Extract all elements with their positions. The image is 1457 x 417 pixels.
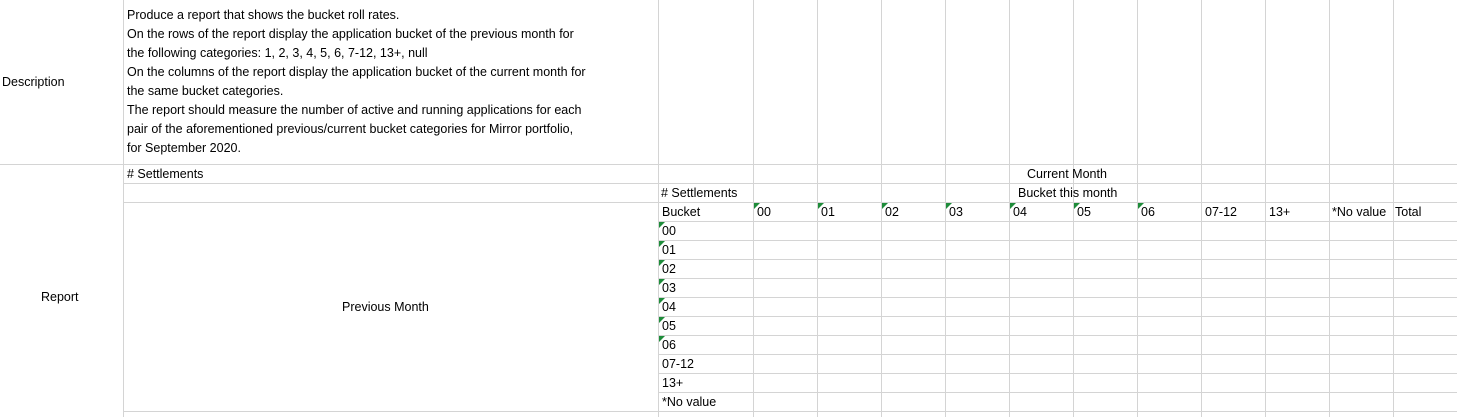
gridline xyxy=(658,335,1457,336)
description-line: The report should measure the number of … xyxy=(127,103,582,117)
description-label[interactable]: Description xyxy=(2,73,65,92)
gridline xyxy=(123,183,1457,184)
gridline xyxy=(658,373,1457,374)
bucket-header-cell[interactable]: Bucket xyxy=(662,203,700,222)
column-header-no-value[interactable]: *No value xyxy=(1332,203,1386,222)
description-line: Produce a report that shows the bucket r… xyxy=(127,8,400,22)
report-label[interactable]: Report xyxy=(41,288,79,307)
row-header-13-plus[interactable]: 13+ xyxy=(662,374,683,393)
error-indicator-icon xyxy=(659,336,665,342)
error-indicator-icon xyxy=(659,260,665,266)
description-cell[interactable]: Produce a report that shows the bucket r… xyxy=(127,6,647,158)
gridline xyxy=(658,392,1457,393)
gridline xyxy=(658,259,1457,260)
error-indicator-icon xyxy=(818,203,824,209)
gridline xyxy=(658,278,1457,279)
gridline xyxy=(658,240,1457,241)
description-line: On the columns of the report display the… xyxy=(127,65,586,79)
current-month-header[interactable]: Current Month xyxy=(1027,165,1107,184)
description-line: pair of the aforementioned previous/curr… xyxy=(127,122,574,136)
error-indicator-icon xyxy=(1138,203,1144,209)
row-header-07-12[interactable]: 07-12 xyxy=(662,355,694,374)
pivot-settlements-cell[interactable]: # Settlements xyxy=(661,184,737,203)
gridline xyxy=(658,316,1457,317)
description-line: the same bucket categories. xyxy=(127,84,284,98)
gridline xyxy=(0,164,1457,165)
error-indicator-icon xyxy=(1010,203,1016,209)
error-indicator-icon xyxy=(659,222,665,228)
row-header-no-value[interactable]: *No value xyxy=(662,393,716,412)
error-indicator-icon xyxy=(882,203,888,209)
description-line: On the rows of the report display the ap… xyxy=(127,27,574,41)
error-indicator-icon xyxy=(659,241,665,247)
error-indicator-icon xyxy=(754,203,760,209)
gridline xyxy=(658,354,1457,355)
description-line: the following categories: 1, 2, 3, 4, 5,… xyxy=(127,46,428,60)
column-header-total[interactable]: Total xyxy=(1395,203,1421,222)
settlements-header-cell[interactable]: # Settlements xyxy=(127,165,203,184)
description-line: for September 2020. xyxy=(127,141,241,155)
bucket-this-month-header[interactable]: Bucket this month xyxy=(1018,184,1117,203)
gridline xyxy=(658,297,1457,298)
error-indicator-icon xyxy=(659,279,665,285)
error-indicator-icon xyxy=(946,203,952,209)
error-indicator-icon xyxy=(659,317,665,323)
gridline xyxy=(123,0,124,417)
column-header-07-12[interactable]: 07-12 xyxy=(1205,203,1237,222)
previous-month-header[interactable]: Previous Month xyxy=(342,298,429,317)
gridline xyxy=(123,202,1457,203)
column-header-13-plus[interactable]: 13+ xyxy=(1269,203,1290,222)
error-indicator-icon xyxy=(1074,203,1080,209)
gridline xyxy=(123,411,1457,412)
error-indicator-icon xyxy=(659,298,665,304)
